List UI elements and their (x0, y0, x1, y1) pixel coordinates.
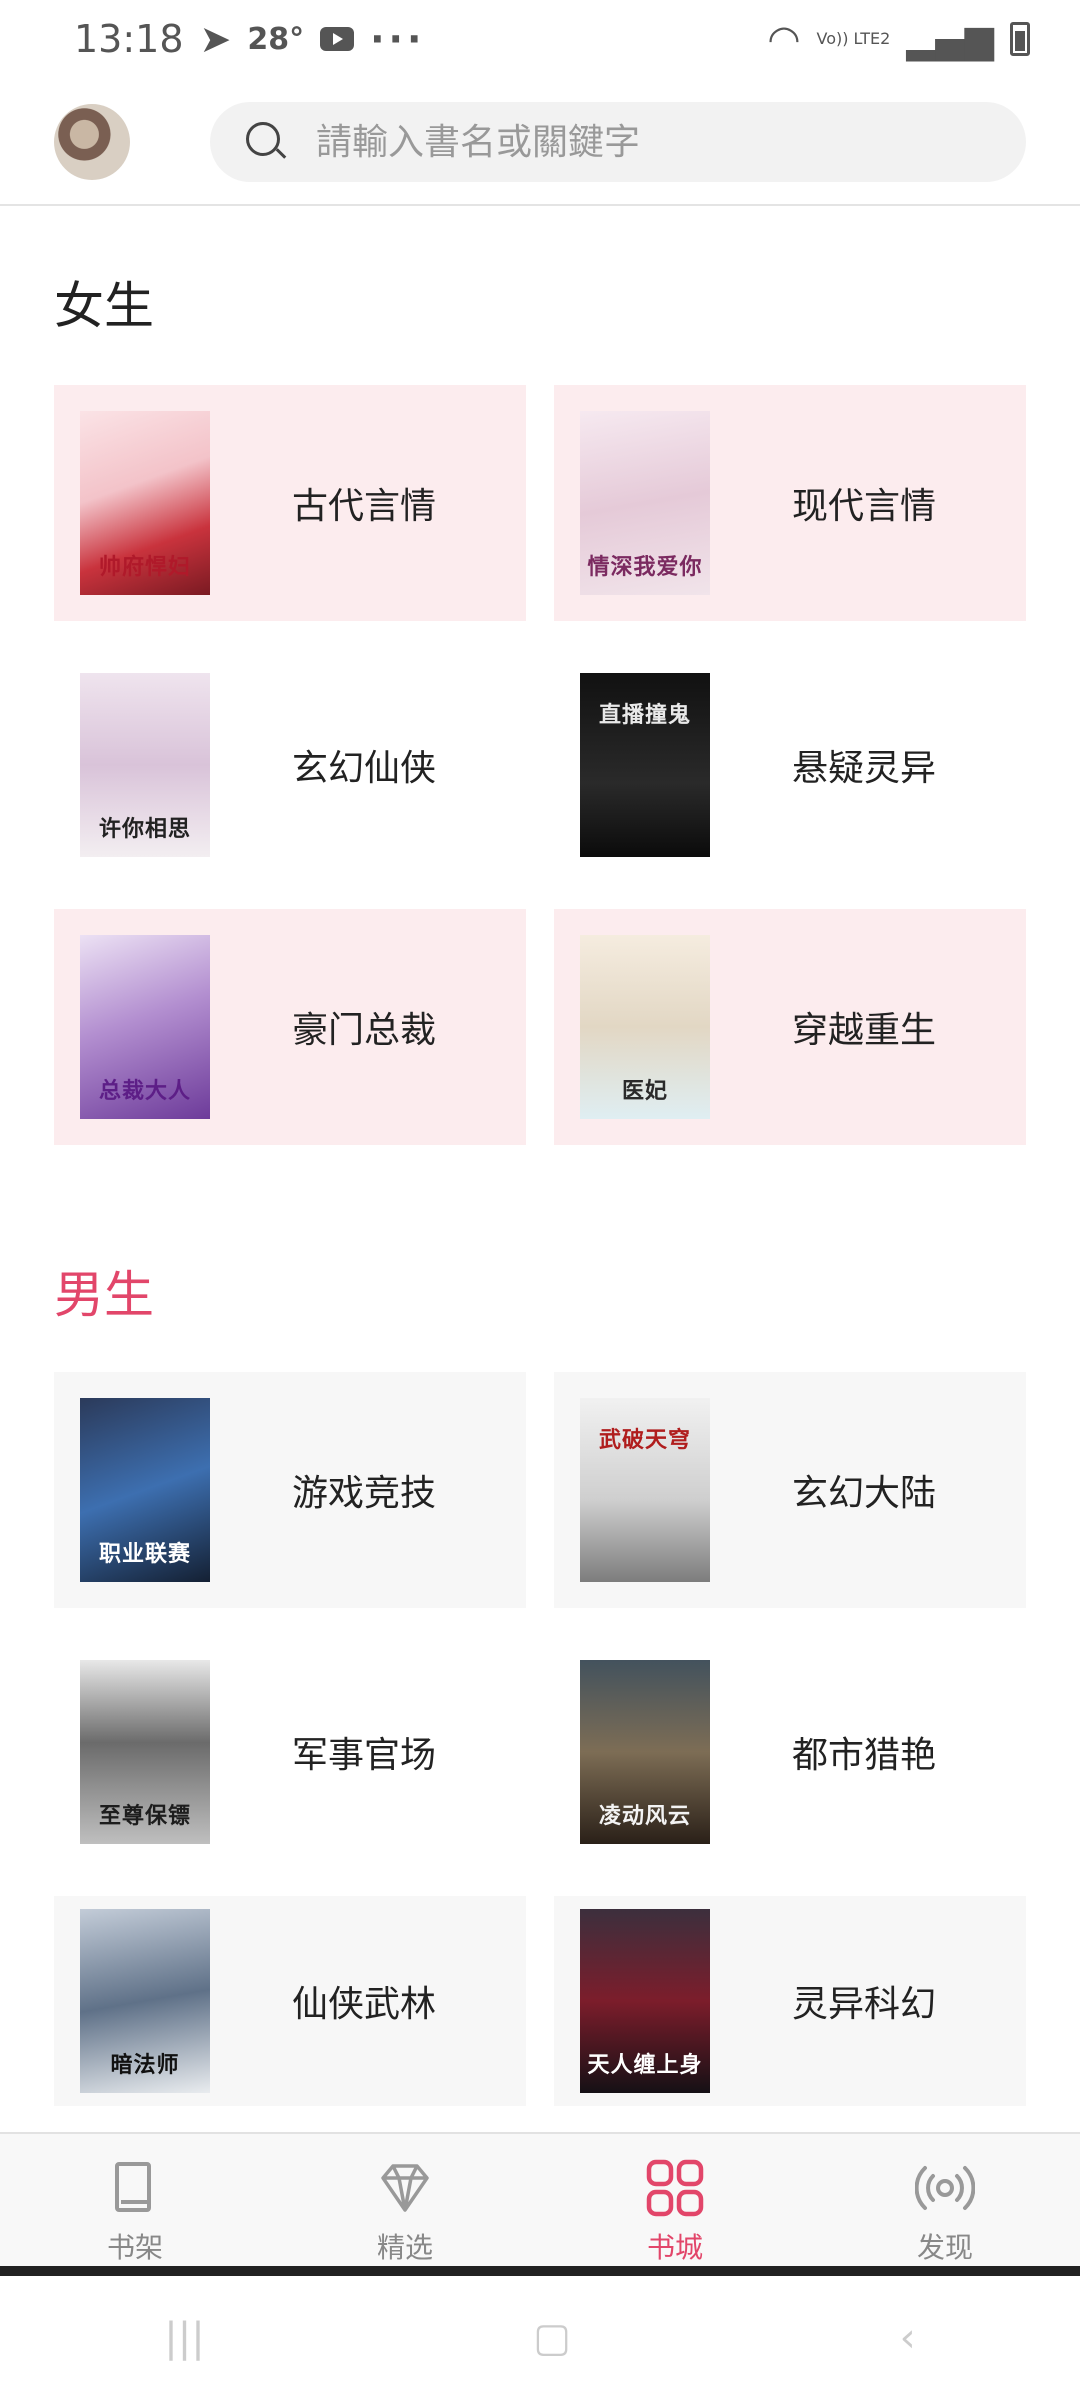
cover-title: 许你相思 (98, 816, 191, 842)
category-card[interactable]: 医妃 穿越重生 (554, 909, 1026, 1145)
store-icon (645, 2158, 705, 2218)
status-time: 13:18 (74, 17, 184, 61)
recent-apps-icon[interactable]: ||| (164, 2315, 204, 2361)
youtube-icon (320, 27, 355, 51)
wifi-icon: ◠ (767, 17, 801, 61)
nav-item-bookshelf[interactable]: 书架 (0, 2134, 270, 2266)
category-card[interactable]: 总裁大人 豪门总裁 (54, 909, 526, 1145)
nav-label: 书架 (106, 2231, 163, 2264)
cover-title: 武破天穹 (598, 1427, 691, 1453)
category-card[interactable]: 帅府悍妇 古代言情 (54, 385, 526, 621)
category-label: 仙侠武林 (292, 1984, 437, 2025)
category-label: 古代言情 (292, 486, 437, 527)
section-title-men: 男生 (54, 1266, 154, 1324)
category-card[interactable]: 暗法师 仙侠武林 (54, 1896, 526, 2106)
category-card[interactable]: 武破天穹 玄幻大陆 (554, 1372, 1026, 1608)
radio-icon (914, 2158, 976, 2218)
category-card[interactable]: 许你相思 玄幻仙侠 (54, 647, 526, 883)
telegram-icon: ➤ (199, 17, 232, 61)
system-nav-bar: ||| ▢ ‹ (0, 2276, 1080, 2400)
book-cover: 情深我爱你 (580, 411, 710, 595)
nav-item-featured[interactable]: 精选 (270, 2134, 540, 2266)
battery-icon (1010, 22, 1030, 56)
book-cover: 职业联赛 (80, 1398, 210, 1582)
category-label: 都市猎艳 (792, 1735, 937, 1776)
header (0, 78, 1080, 206)
search-icon (246, 122, 287, 162)
book-cover: 凌动风云 (580, 1660, 710, 1844)
nav-label: 精选 (376, 2231, 433, 2264)
search-bar[interactable] (210, 102, 1026, 182)
category-card[interactable]: 凌动风云 都市猎艳 (554, 1634, 1026, 1870)
book-cover: 武破天穹 (580, 1398, 710, 1582)
diamond-icon (375, 2158, 435, 2218)
category-card[interactable]: 情深我爱你 现代言情 (554, 385, 1026, 621)
category-label: 军事官场 (292, 1735, 437, 1776)
book-cover: 医妃 (580, 935, 710, 1119)
bookshelf-icon (105, 2158, 165, 2218)
category-card[interactable]: 天人缠上身 灵异科幻 (554, 1896, 1026, 2106)
avatar[interactable] (54, 104, 130, 180)
category-label: 悬疑灵异 (792, 748, 937, 789)
category-card[interactable]: 至尊保镖 军事官场 (54, 1634, 526, 1870)
nav-label: 书城 (646, 2231, 703, 2264)
cover-title: 职业联赛 (98, 1541, 191, 1567)
book-cover: 暗法师 (80, 1909, 210, 2093)
book-cover: 至尊保镖 (80, 1660, 210, 1844)
signal-icon: ▂▄▆ (906, 17, 994, 61)
home-icon[interactable]: ▢ (533, 2315, 571, 2361)
category-label: 现代言情 (792, 486, 937, 527)
cover-title: 帅府悍妇 (98, 554, 191, 580)
cover-title: 天人缠上身 (587, 2052, 703, 2078)
nav-item-store[interactable]: 书城 (540, 2134, 810, 2266)
cover-title: 总裁大人 (98, 1078, 191, 1104)
category-label: 游戏竞技 (292, 1473, 437, 1514)
status-temperature: 28° (247, 21, 305, 57)
category-label: 灵异科幻 (792, 1984, 937, 2025)
category-label: 豪门总裁 (292, 1010, 437, 1051)
category-card[interactable]: 直播撞鬼 悬疑灵异 (554, 647, 1026, 883)
cover-title: 医妃 (621, 1078, 668, 1104)
cover-title: 暗法师 (110, 2052, 180, 2078)
network-indicator: Vo)) LTE2 (816, 29, 891, 48)
search-input[interactable] (316, 121, 996, 163)
cover-title: 直播撞鬼 (598, 702, 691, 728)
category-label: 玄幻仙侠 (292, 748, 437, 789)
back-icon[interactable]: ‹ (900, 2315, 916, 2361)
status-bar: 13:18 ➤ 28° ··· ◠ Vo)) LTE2 ▂▄▆ (0, 0, 1080, 78)
cover-title: 凌动风云 (598, 1803, 691, 1829)
status-more-dots: ··· (370, 17, 426, 61)
book-cover: 帅府悍妇 (80, 411, 210, 595)
book-cover: 天人缠上身 (580, 1909, 710, 2093)
cover-title: 情深我爱你 (587, 554, 703, 580)
book-cover: 总裁大人 (80, 935, 210, 1119)
category-card[interactable]: 职业联赛 游戏竞技 (54, 1372, 526, 1608)
nav-label: 发现 (916, 2231, 973, 2264)
book-cover: 许你相思 (80, 673, 210, 857)
status-right: ◠ Vo)) LTE2 ▂▄▆ (767, 17, 1030, 61)
bottom-nav: 书架 精选 书城 发现 (0, 2132, 1080, 2266)
nav-item-discover[interactable]: 发现 (810, 2134, 1080, 2266)
category-label: 穿越重生 (792, 1010, 937, 1051)
status-left: 13:18 ➤ 28° ··· (74, 17, 425, 61)
screen: 13:18 ➤ 28° ··· ◠ Vo)) LTE2 ▂▄▆ 女生 帅府悍妇 (0, 0, 1080, 2400)
book-cover: 直播撞鬼 (580, 673, 710, 857)
cover-title: 至尊保镖 (98, 1803, 191, 1829)
section-title-women: 女生 (54, 277, 154, 335)
category-label: 玄幻大陆 (792, 1473, 937, 1514)
gesture-bar (0, 2266, 1080, 2276)
